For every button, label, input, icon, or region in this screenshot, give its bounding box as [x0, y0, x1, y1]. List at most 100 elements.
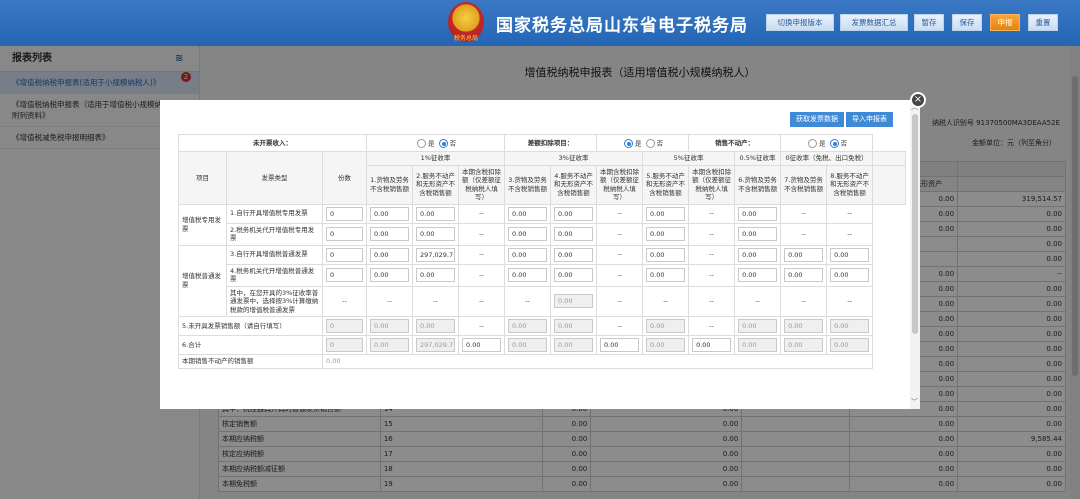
table-cell: 0.00: [642, 222, 690, 246]
modal-scrollbar[interactable]: ︿ ﹀: [910, 100, 920, 409]
table-cell: 0.00: [366, 316, 414, 336]
table-cell: 0.00: [321, 354, 874, 369]
table-cell: 0: [321, 222, 368, 246]
invoice-summary-button[interactable]: 发票数据汇总: [840, 14, 908, 31]
amount-input[interactable]: 0.00: [370, 268, 410, 282]
amount-input[interactable]: 0.00: [554, 247, 594, 262]
amount-input[interactable]: 0.00: [370, 247, 410, 262]
amount-input[interactable]: 0.00: [554, 268, 594, 282]
radio-yes[interactable]: [624, 138, 634, 148]
table-cell: 0.00: [504, 316, 552, 336]
table-cell: --: [458, 222, 506, 246]
table-cell: --: [826, 222, 874, 246]
table-cell: 0.00: [642, 263, 690, 287]
amount-input[interactable]: 0.00: [508, 227, 548, 241]
row-label: 6.合计: [178, 335, 323, 355]
table-cell: --: [688, 244, 736, 265]
chevron-down-icon[interactable]: ﹀: [911, 397, 918, 407]
radio-label: 是: [819, 139, 826, 147]
radio-group-real-estate: 是 否: [780, 134, 874, 152]
table-cell: 0.00: [596, 335, 644, 355]
declare-button[interactable]: 申报: [990, 14, 1020, 31]
amount-input[interactable]: 0.00: [738, 227, 778, 241]
col-header: 2.服务不动产和无形资产不含税销售额: [412, 164, 460, 205]
radio-no[interactable]: [438, 138, 448, 148]
amount-input[interactable]: 0.00: [416, 206, 456, 221]
table-cell: --: [458, 244, 506, 265]
header-bar: 税务总局 国家税务总局山东省电子税务局 切换申报版本 发票数据汇总 暂存 保存 …: [0, 0, 1080, 46]
amount-input[interactable]: 0.00: [554, 206, 594, 221]
amount-input: 0.00: [738, 338, 778, 352]
amount-input: 0.00: [830, 338, 870, 352]
table-cell: 0.00: [826, 335, 874, 355]
amount-input[interactable]: 0.00: [508, 247, 548, 262]
amount-input[interactable]: 0: [326, 268, 364, 282]
rate-header-5: 5%征收率: [642, 151, 736, 166]
amount-input[interactable]: 0.00: [462, 338, 502, 352]
radio-yes[interactable]: [416, 138, 426, 148]
amount-input: 0.00: [646, 319, 686, 333]
invoice-summary-table: 未开票收入： 是 否 差额扣除项目： 是 否 销售不动产： 是 否 项目 发票类…: [177, 134, 906, 369]
amount-input[interactable]: 0.00: [508, 268, 548, 282]
import-form-button[interactable]: 导入申报表: [846, 112, 893, 127]
close-icon[interactable]: ×: [910, 92, 926, 108]
amount-input[interactable]: 0.00: [416, 268, 456, 282]
amount-input[interactable]: 0.00: [646, 206, 686, 221]
amount-input[interactable]: 0.00: [784, 268, 824, 282]
amount-input[interactable]: 0.00: [554, 227, 594, 241]
amount-input[interactable]: 0.00: [508, 206, 548, 221]
amount-input: 0.00: [554, 338, 594, 352]
amount-input[interactable]: 0.00: [600, 338, 640, 352]
table-cell: --: [321, 285, 368, 317]
amount-input[interactable]: 0.00: [738, 247, 778, 262]
table-cell: 0.00: [642, 335, 690, 355]
table-cell: 0.00: [504, 222, 552, 246]
table-cell: 0.00: [550, 285, 598, 317]
table-cell: 0.00: [734, 244, 782, 265]
reset-button[interactable]: 重置: [1028, 14, 1058, 31]
table-row: 2.税务机关代开增值税专用发票 0 0.00 0.00 -- 0.00 0.00 -- 0.00…: [179, 222, 906, 246]
radio-yes[interactable]: [808, 138, 818, 148]
save-button[interactable]: 保存: [952, 14, 982, 31]
col-header: 5.服务不动产和无形资产不含税销售额: [642, 164, 690, 205]
emblem-caption: 税务总局: [453, 35, 478, 42]
amount-input[interactable]: 0.00: [416, 227, 456, 241]
radio-no[interactable]: [645, 138, 655, 148]
amount-input[interactable]: 0.00: [738, 268, 778, 282]
amount-input[interactable]: 0.00: [370, 206, 410, 221]
amount-input[interactable]: 0.00: [784, 247, 824, 262]
amount-input[interactable]: 0.00: [830, 247, 870, 262]
amount-input[interactable]: 0.00: [692, 338, 732, 352]
amount-input[interactable]: 0.00: [830, 268, 870, 282]
table-cell: 0.00: [412, 203, 460, 224]
amount-input[interactable]: 0.00: [370, 227, 410, 241]
table-cell: 0.00: [366, 244, 414, 265]
table-cell: --: [780, 203, 828, 224]
table-cell: 0.00: [412, 263, 460, 287]
amount-input[interactable]: 0: [326, 206, 364, 221]
readonly-value: 0.00: [326, 357, 341, 365]
table-cell: --: [596, 316, 644, 336]
amount-input[interactable]: 297,029.7: [416, 247, 456, 262]
rate-header-0: 0征收率（免税、出口免税）: [780, 151, 874, 166]
scroll-thumb[interactable]: [912, 114, 918, 334]
radio-label: 是: [635, 139, 642, 147]
amount-input[interactable]: 0: [326, 227, 364, 241]
table-cell: 0.00: [642, 244, 690, 265]
table-cell: 0.00: [550, 244, 598, 265]
fetch-invoice-button[interactable]: 获取发票数据: [790, 112, 844, 127]
table-cell: 0.00: [826, 263, 874, 287]
group-label: 增值税专用发票: [178, 203, 227, 246]
temp-save-button[interactable]: 暂存: [914, 14, 944, 31]
switch-version-button[interactable]: 切换申报版本: [766, 14, 834, 31]
amount-input[interactable]: 0.00: [646, 247, 686, 262]
amount-input[interactable]: 0.00: [738, 206, 778, 221]
table-cell: 0.00: [504, 203, 552, 224]
amount-input[interactable]: 0.00: [646, 227, 686, 241]
col-header: 本期含税扣除额（仅差额征税纳税人填写）: [596, 164, 644, 205]
amount-input[interactable]: 0.00: [646, 268, 686, 282]
amount-input[interactable]: 0: [326, 247, 364, 262]
table-cell: --: [504, 285, 552, 317]
radio-no[interactable]: [829, 138, 839, 148]
table-cell: --: [596, 244, 644, 265]
